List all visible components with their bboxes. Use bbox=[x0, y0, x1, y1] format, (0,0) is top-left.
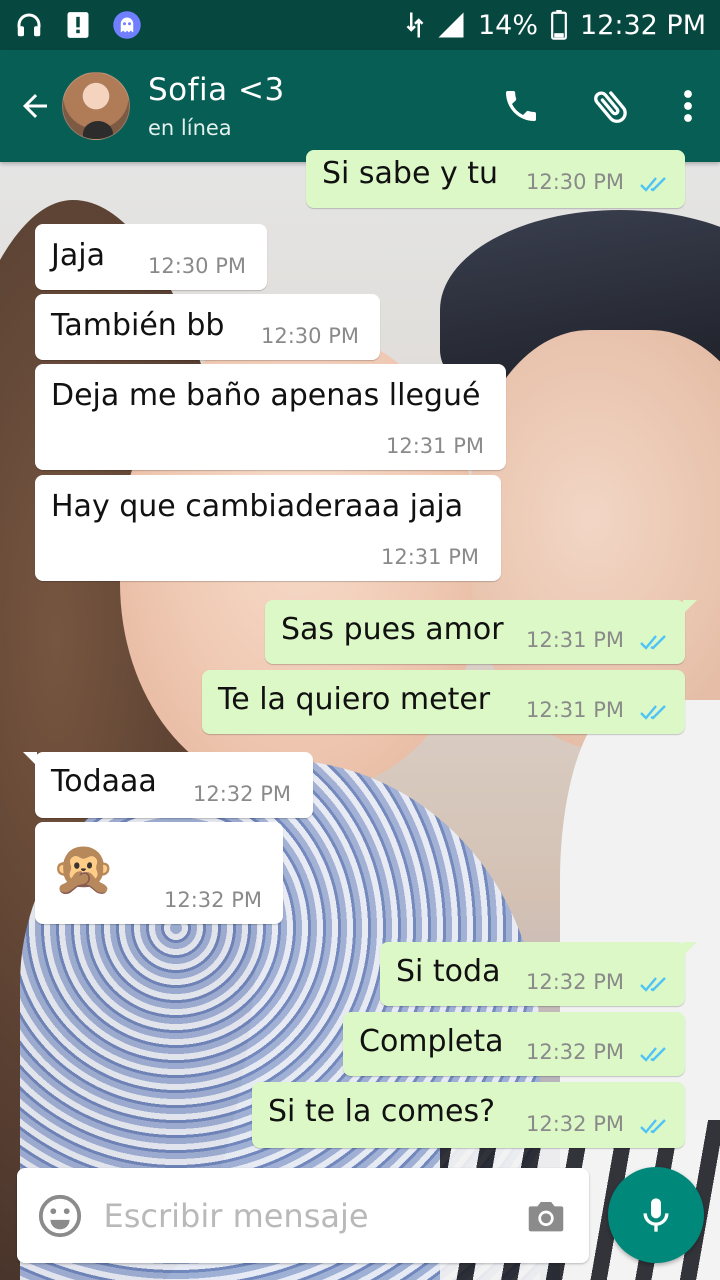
camera-button[interactable] bbox=[503, 1168, 590, 1263]
message-text: Te la quiero meter bbox=[218, 682, 491, 717]
message-time: 12:31 PM bbox=[526, 698, 624, 722]
read-ticks-icon bbox=[640, 705, 666, 720]
message-composer bbox=[17, 1168, 589, 1263]
message-text: También bb bbox=[51, 308, 225, 343]
message-time: 12:31 PM bbox=[386, 434, 484, 458]
message-bubble-incoming[interactable]: Deja me baño apenas llegué 12:31 PM bbox=[35, 364, 506, 470]
status-bar: 14% 12:32 PM bbox=[0, 0, 720, 50]
message-text: Si te la comes? bbox=[268, 1094, 496, 1129]
message-bubble-incoming[interactable]: 🙊 12:32 PM bbox=[35, 822, 283, 924]
speak-no-evil-monkey-icon: 🙊 bbox=[51, 839, 116, 899]
message-text: Deja me baño apenas llegué bbox=[51, 378, 481, 413]
data-arrows-icon bbox=[406, 10, 424, 40]
call-icon bbox=[506, 91, 536, 121]
microphone-icon bbox=[643, 1198, 669, 1232]
more-options-button[interactable] bbox=[656, 50, 720, 162]
message-text: Si sabe y tu bbox=[322, 156, 499, 191]
message-time: 12:30 PM bbox=[526, 170, 624, 194]
message-bubble-incoming[interactable]: Hay que cambiaderaaa jaja 12:31 PM bbox=[35, 475, 501, 581]
back-button[interactable] bbox=[0, 50, 62, 162]
ghost-app-icon bbox=[112, 10, 142, 40]
message-bubble-incoming[interactable]: También bb 12:30 PM bbox=[35, 294, 380, 360]
message-bubble-incoming[interactable]: Jaja 12:30 PM bbox=[35, 224, 267, 290]
message-text: Hay que cambiaderaaa jaja bbox=[51, 489, 464, 524]
avatar[interactable] bbox=[62, 72, 130, 140]
message-bubble-outgoing[interactable]: Sas pues amor 12:31 PM bbox=[265, 600, 697, 664]
message-bubble-outgoing[interactable]: Si sabe y tu 12:30 PM bbox=[306, 150, 685, 208]
read-ticks-icon bbox=[640, 635, 666, 650]
read-ticks-icon bbox=[640, 177, 666, 192]
battery-percent: 14% bbox=[478, 9, 539, 41]
status-time: 12:32 PM bbox=[580, 9, 706, 41]
message-bubble-outgoing[interactable]: Te la quiero meter 12:31 PM bbox=[202, 670, 685, 734]
message-text: Si toda bbox=[396, 954, 501, 989]
message-bubble-outgoing[interactable]: Si te la comes? 12:32 PM bbox=[252, 1082, 685, 1148]
message-input[interactable] bbox=[103, 1168, 503, 1263]
emoji-icon bbox=[39, 1194, 82, 1237]
message-time: 12:32 PM bbox=[526, 1112, 624, 1136]
voice-record-button[interactable] bbox=[608, 1167, 704, 1263]
message-time: 12:30 PM bbox=[261, 324, 359, 348]
contact-status: en línea bbox=[148, 116, 232, 140]
read-ticks-icon bbox=[640, 977, 666, 992]
message-text: Todaaa bbox=[51, 764, 157, 799]
message-time: 12:32 PM bbox=[164, 888, 262, 912]
message-text: Completa bbox=[359, 1024, 504, 1059]
message-time: 12:32 PM bbox=[193, 782, 291, 806]
read-ticks-icon bbox=[640, 1047, 666, 1062]
read-ticks-icon bbox=[640, 1119, 666, 1134]
attach-icon bbox=[594, 91, 627, 123]
contact-info[interactable]: Sofia <3 en línea bbox=[148, 72, 285, 140]
message-time: 12:31 PM bbox=[381, 545, 479, 569]
attach-button[interactable] bbox=[566, 50, 656, 162]
call-button[interactable] bbox=[476, 50, 566, 162]
message-bubble-outgoing[interactable]: Si toda 12:32 PM bbox=[380, 942, 697, 1006]
message-text: Jaja bbox=[51, 238, 105, 273]
chat-header: Sofia <3 en línea bbox=[0, 50, 720, 162]
alert-icon bbox=[66, 11, 90, 39]
message-text: Sas pues amor bbox=[281, 612, 504, 647]
message-bubble-incoming[interactable]: Todaaa 12:32 PM bbox=[23, 752, 313, 818]
message-time: 12:32 PM bbox=[526, 970, 624, 994]
emoji-button[interactable] bbox=[17, 1168, 104, 1263]
camera-icon bbox=[528, 1201, 563, 1231]
message-time: 12:32 PM bbox=[526, 1040, 624, 1064]
headphones-icon bbox=[14, 10, 44, 40]
message-bubble-outgoing[interactable]: Completa 12:32 PM bbox=[343, 1012, 685, 1076]
message-time: 12:31 PM bbox=[526, 628, 624, 652]
contact-name: Sofia <3 bbox=[148, 72, 285, 108]
battery-icon bbox=[550, 10, 568, 40]
back-arrow-icon bbox=[23, 94, 47, 118]
message-time: 12:30 PM bbox=[148, 254, 246, 278]
signal-icon bbox=[436, 10, 466, 40]
more-icon bbox=[684, 90, 692, 122]
